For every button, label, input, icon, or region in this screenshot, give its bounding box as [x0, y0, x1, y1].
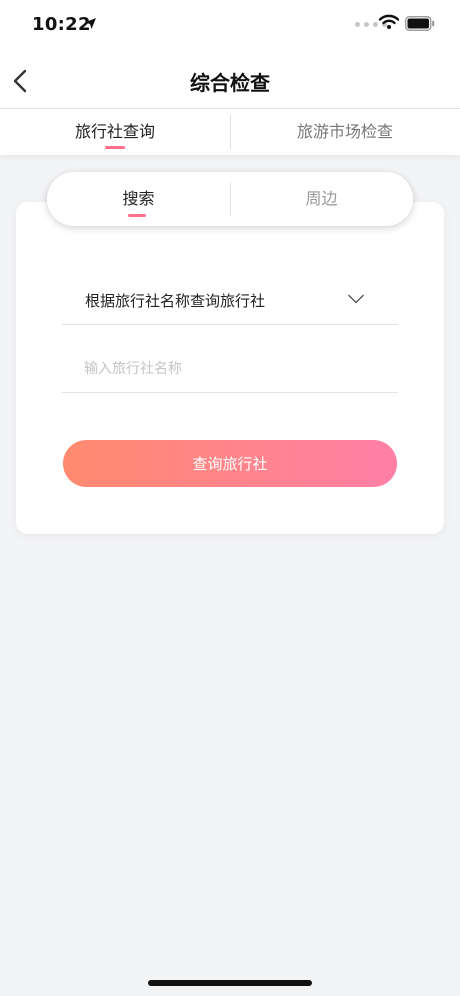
chevron-down-icon [348, 294, 364, 304]
battery-icon [405, 16, 435, 31]
home-indicator [148, 980, 312, 986]
navigation-bar: 综合检查 [0, 50, 460, 109]
query-type-value: 根据旅行社名称查询旅行社 [85, 292, 266, 310]
status-time: 10:22 [32, 14, 91, 35]
tab-tourism-market-inspection[interactable]: 旅游市场检查 [230, 109, 460, 155]
query-type-select[interactable]: 根据旅行社名称查询旅行社 [62, 276, 398, 325]
page-title: 综合检查 [190, 71, 270, 95]
search-mode-switch: 搜索 周边 [47, 172, 413, 226]
active-segment-indicator [128, 214, 146, 217]
location-arrow-icon [85, 18, 96, 29]
wifi-icon [379, 14, 399, 29]
segment-nearby[interactable]: 周边 [230, 172, 413, 226]
name-input-row [62, 346, 398, 393]
segment-search[interactable]: 搜索 [47, 172, 230, 226]
active-tab-indicator [105, 146, 125, 149]
status-bar: 10:22 [0, 0, 460, 50]
agency-name-input[interactable] [84, 354, 374, 384]
top-tab-bar: 旅行社查询 旅游市场检查 [0, 109, 460, 155]
query-agency-button[interactable]: 查询旅行社 [63, 440, 397, 487]
